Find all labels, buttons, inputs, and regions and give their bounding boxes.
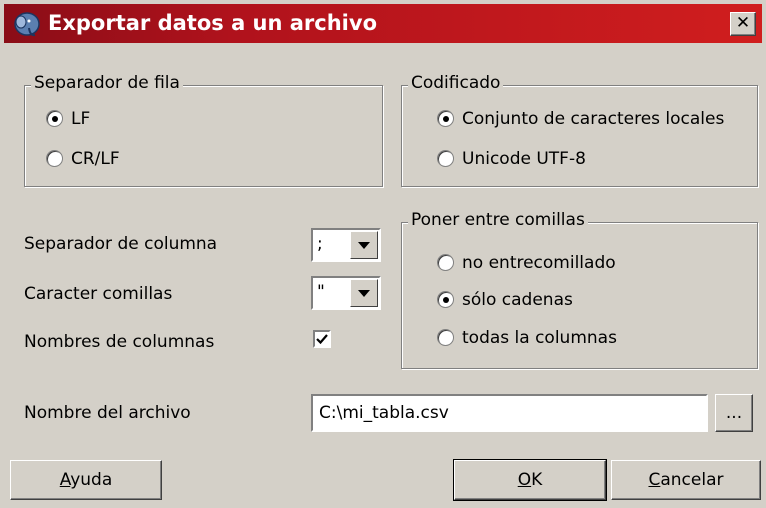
radio-indicator[interactable] (437, 150, 454, 167)
encoding-legend: Codificado (408, 73, 504, 93)
radio-label: CR/LF (71, 149, 120, 169)
title-bar[interactable]: Exportar datos a un archivo ✕ (4, 4, 762, 43)
close-icon: ✕ (735, 13, 751, 33)
radio-label: Conjunto de caracteres locales (462, 109, 725, 129)
close-button[interactable]: ✕ (730, 12, 756, 36)
radio-indicator[interactable] (437, 291, 454, 308)
quote-char-select[interactable]: " (311, 276, 381, 310)
cancel-label: Cancelar (648, 470, 724, 490)
radio-label: sólo cadenas (462, 290, 573, 310)
ok-label: OK (517, 470, 543, 490)
row-separator-group: Separador de fila LF CR/LF (24, 73, 383, 187)
browse-button[interactable]: ... (715, 394, 753, 432)
elephant-icon (14, 12, 40, 37)
window-title: Exportar datos a un archivo (48, 11, 377, 35)
column-separator-label: Separador de columna (24, 234, 218, 254)
radio-label: Unicode UTF-8 (462, 149, 586, 169)
radio-label: todas la columnas (462, 328, 617, 348)
chevron-down-icon (358, 242, 370, 249)
column-separator-value: ; (317, 234, 323, 254)
quote-char-value: " (317, 282, 325, 302)
radio-label: LF (71, 109, 91, 129)
quote-char-label: Caracter comillas (24, 284, 173, 304)
file-name-label: Nombre del archivo (24, 403, 191, 423)
radio-indicator[interactable] (46, 150, 63, 167)
dropdown-button[interactable] (350, 279, 378, 307)
quoting-group: Poner entre comillas no entrecomillado s… (401, 210, 758, 369)
dropdown-button[interactable] (350, 231, 378, 259)
checkmark-icon (316, 334, 328, 345)
radio-label: no entrecomillado (462, 253, 616, 273)
encoding-group: Codificado Conjunto de caracteres locale… (401, 73, 758, 187)
radio-indicator[interactable] (46, 110, 63, 127)
help-button[interactable]: Ayuda (10, 460, 162, 500)
column-names-label: Nombres de columnas (24, 332, 215, 352)
radio-indicator[interactable] (437, 254, 454, 271)
radio-indicator[interactable] (437, 329, 454, 346)
chevron-down-icon (358, 290, 370, 297)
browse-label: ... (725, 403, 743, 423)
export-dialog: Exportar datos a un archivo ✕ Separador … (0, 0, 766, 508)
help-label: Ayuda (59, 470, 113, 490)
cancel-button[interactable]: Cancelar (611, 460, 761, 500)
ok-button[interactable]: OK (453, 459, 607, 501)
radio-indicator[interactable] (437, 110, 454, 127)
column-separator-select[interactable]: ; (311, 228, 381, 262)
quoting-legend: Poner entre comillas (408, 210, 588, 230)
file-name-input[interactable] (311, 394, 708, 432)
column-names-checkbox[interactable] (313, 330, 331, 348)
row-separator-legend: Separador de fila (31, 73, 183, 93)
